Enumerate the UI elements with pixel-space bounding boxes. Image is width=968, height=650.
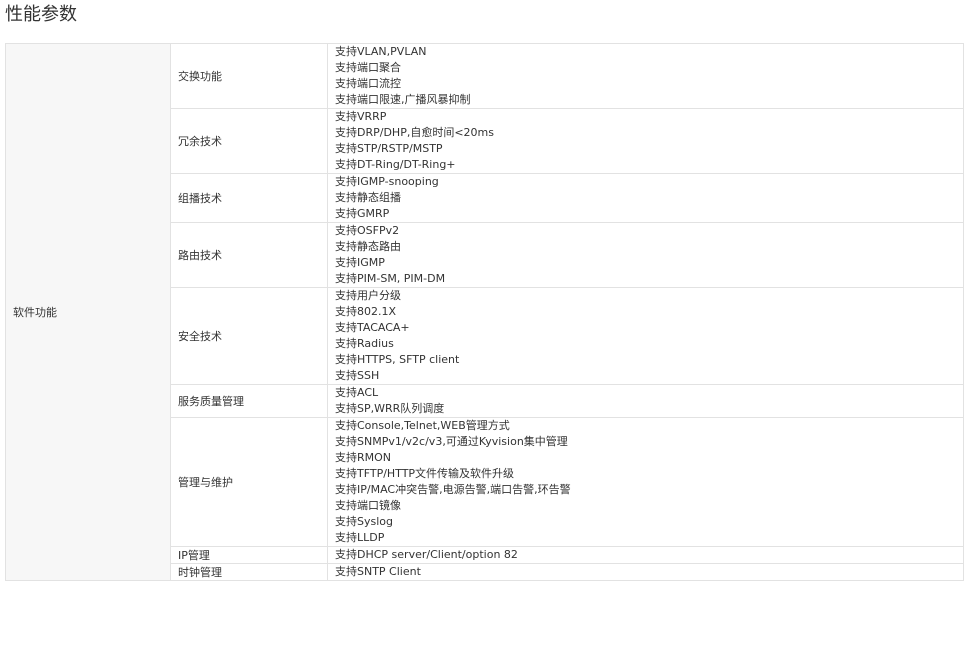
detail-line: 支持Console,Telnet,WEB管理方式 [335,419,510,432]
detail-line: 支持端口聚合 [335,61,401,74]
detail-cell: 支持ACL 支持SP,WRR队列调度 [327,384,964,418]
feature-cell: 服务质量管理 [170,384,328,418]
detail-line: 支持端口镜像 [335,499,401,512]
detail-cell: 支持SNTP Client [327,563,964,581]
detail-line: 支持IGMP [335,256,385,269]
spec-table-body: 软件功能 交换功能 支持VLAN,PVLAN 支持端口聚合 支持端口流控支持端口限速,广… [5,43,964,581]
detail-line: 支持IP/MAC冲突告警,电源告警,端口告警,环告警 [335,483,571,496]
feature-cell: 时钟管理 [170,563,328,581]
detail-line: 支持ACL [335,386,379,399]
spec-table: 软件功能 交换功能 支持VLAN,PVLAN 支持端口聚合 支持端口流控支持端口限速,广… [5,43,964,581]
detail-line: 支持SNTP Client [335,565,421,578]
page-title: 性能参数 [5,4,77,25]
detail-line: 支持TACACA+ [335,321,410,334]
detail-line: 支持端口限速,广播风暴抑制 [335,93,471,106]
detail-cell: 支持IGMP-snooping 支持静态组播 支持GMRP [327,173,964,223]
feature-cell: 路由技术 [170,222,328,288]
detail-line: 支持TFTP/HTTP文件传输及软件升级 [335,467,515,480]
detail-line: 支持IGMP-snooping [335,175,439,188]
feature-cell: 组播技术 [170,173,328,223]
detail-line: 支持Radius [335,337,394,350]
detail-cell: 支持DHCP server/Client/option 82 [327,546,964,564]
detail-cell: 支持Console,Telnet,WEB管理方式支持SNMPv1/v2c/v3,… [327,417,964,547]
feature-cell: IP管理 [170,546,328,564]
detail-line: 支持OSFPv2 [335,224,400,237]
detail-line: 支持静态路由 [335,240,401,253]
detail-line: 支持802.1X [335,305,397,318]
feature-cell: 管理与维护 [170,417,328,547]
detail-line: 支持VLAN,PVLAN [335,45,427,58]
feature-cell: 安全技术 [170,287,328,385]
detail-line: 支持SNMPv1/v2c/v3,可通过Kyvision集中管理 [335,435,568,448]
detail-line: 支持静态组播 [335,191,401,204]
detail-cell: 支持VRRP 支持DRP/DHP,自愈时间<20ms 支持STP/RSTP/MSTP… [327,108,964,174]
detail-cell: 支持OSFPv2 支持静态路由 支持IGMP 支持PIM-SM, PIM-DM [327,222,964,288]
table-row: 软件功能 交换功能 支持VLAN,PVLAN 支持端口聚合 支持端口流控支持端口限速,广… [5,43,964,581]
detail-line: 支持用户分级 [335,289,401,302]
detail-line: 支持PIM-SM, PIM-DM [335,272,446,285]
detail-line: 支持RMON [335,451,392,464]
feature-cell: 交换功能 [170,43,328,109]
detail-line: 支持VRRP [335,110,387,123]
feature-cell: 冗余技术 [170,108,328,174]
detail-cell: 支持VLAN,PVLAN 支持端口聚合 支持端口流控支持端口限速,广播风暴抑制 [327,43,964,109]
detail-line: 支持DHCP server/Client/option 82 [335,548,518,561]
page: 性能参数 软件功能 交换功能 支持VLAN,PVLAN 支持端口聚合 支持端口流控 支持端… [0,0,968,650]
detail-line: 支持SP,WRR队列调度 [335,402,445,415]
detail-line: 支持Syslog [335,515,393,528]
detail-line: 支持LLDP [335,531,385,544]
detail-line: 支持HTTPS, SFTP client [335,353,460,366]
category-cell: 软件功能 [5,43,171,581]
detail-line: 支持DRP/DHP,自愈时间<20ms [335,126,494,139]
detail-line: 支持SSH [335,369,380,382]
detail-cell: 支持用户分级 支持802.1X 支持TACACA+ 支持Radius 支持HTTPS, … [327,287,964,385]
detail-line: 支持DT-Ring/DT-Ring+ [335,158,456,171]
detail-line: 支持GMRP [335,207,390,220]
detail-line: 支持STP/RSTP/MSTP [335,142,443,155]
detail-line: 支持端口流控 [335,77,401,90]
